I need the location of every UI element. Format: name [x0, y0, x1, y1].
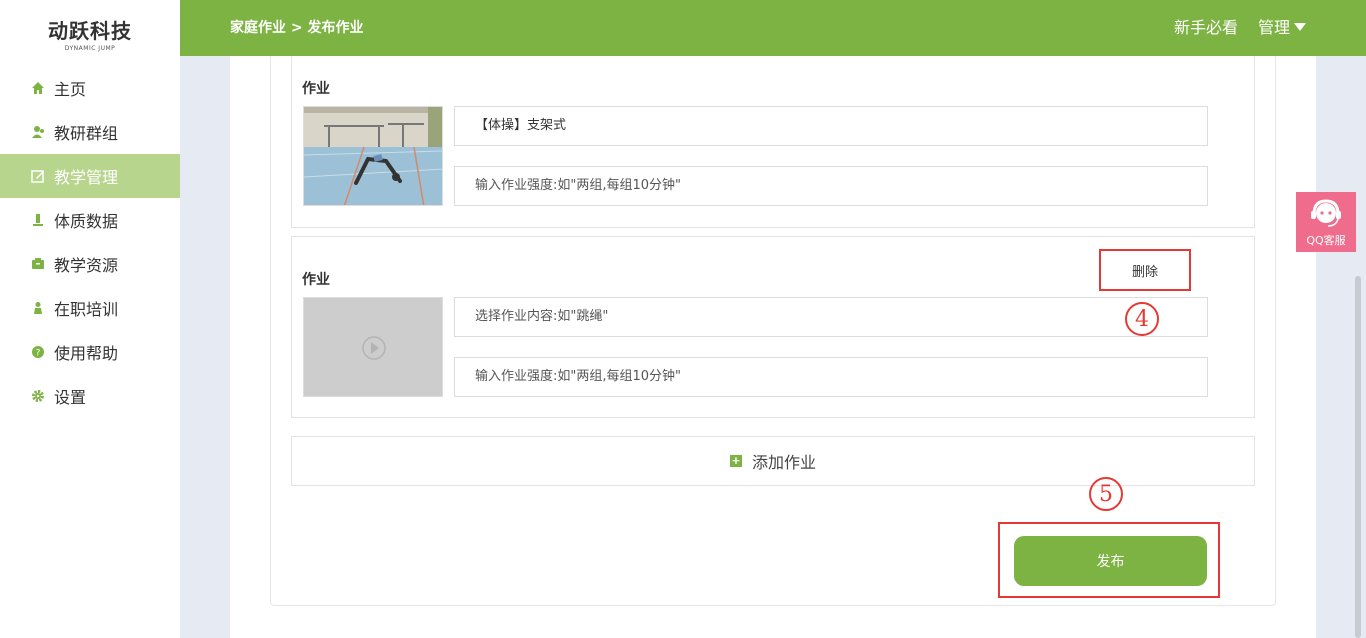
sidebar-item-label: 主页: [54, 80, 87, 99]
resource-icon: [30, 256, 46, 272]
breadcrumb[interactable]: 家庭作业 > 发布作业: [230, 0, 363, 56]
manage-menu[interactable]: 管理: [1258, 0, 1306, 56]
sidebar-item-teaching-resources[interactable]: 教学资源: [0, 242, 180, 286]
sidebar-item-help[interactable]: ? 使用帮助: [0, 330, 180, 374]
sidebar-item-label: 使用帮助: [54, 344, 119, 363]
svg-text:?: ?: [36, 349, 41, 359]
sidebar-item-settings[interactable]: 设置: [0, 374, 180, 418]
sidebar-item-teaching-management[interactable]: 教学管理: [0, 154, 180, 198]
users-icon: [30, 124, 46, 140]
homework-label: 作业: [302, 272, 330, 288]
sidebar-item-home[interactable]: 主页: [0, 66, 180, 110]
help-icon: ?: [30, 344, 46, 360]
page-scrollbar[interactable]: [1355, 276, 1361, 638]
qq-service-widget[interactable]: QQ客服: [1296, 192, 1356, 252]
homework-content-field[interactable]: 【体操】支架式: [454, 106, 1208, 146]
logo-subtext: DYNAMIC JUMP: [64, 44, 116, 52]
sidebar-item-label: 教学资源: [54, 256, 119, 275]
play-icon: [362, 336, 386, 360]
sidebar-nav: 主页 教研群组 教学管理 体质数据 教学资源 在职培训 ? 使用帮助 设置: [0, 66, 180, 418]
data-icon: [30, 212, 46, 228]
step-4-marker: 4: [1125, 302, 1159, 336]
manage-menu-label: 管理: [1257, 18, 1290, 37]
homework-label: 作业: [302, 81, 330, 97]
homework-intensity-input[interactable]: 输入作业强度:如"两组,每组10分钟": [454, 166, 1208, 206]
video-placeholder[interactable]: [303, 297, 443, 397]
training-icon: [30, 300, 46, 316]
top-header: 家庭作业 > 发布作业 新手必看 管理: [180, 0, 1366, 56]
publish-button[interactable]: 发布: [1014, 536, 1207, 586]
home-icon: [30, 80, 46, 96]
step-5-marker: 5: [1089, 477, 1123, 511]
homework-item-1: 作业 【体操】支架式 输入作业强度:如"两组,每组10分钟": [291, 56, 1255, 228]
sidebar: 动跃科技 DYNAMIC JUMP 主页 教研群组 教学管理 体质数据 教学资源…: [0, 0, 180, 638]
gear-icon: [30, 388, 46, 404]
beginner-guide-link[interactable]: 新手必看: [1174, 0, 1238, 56]
header-actions: 新手必看 管理: [1174, 0, 1306, 56]
sidebar-item-label: 教研群组: [54, 124, 119, 143]
add-homework-label: 添加作业: [751, 453, 816, 472]
qq-service-label: QQ客服: [1306, 234, 1346, 247]
sidebar-item-label: 设置: [54, 388, 87, 407]
exercise-thumbnail[interactable]: [303, 106, 443, 206]
logo-text: 动跃科技: [48, 18, 132, 43]
logo[interactable]: 动跃科技 DYNAMIC JUMP: [0, 0, 180, 62]
caret-down-icon: [1294, 23, 1306, 31]
delete-homework-button[interactable]: 删除: [1099, 249, 1191, 291]
homework-intensity-input[interactable]: 输入作业强度:如"两组,每组10分钟": [454, 357, 1208, 397]
headset-icon: [1311, 199, 1341, 227]
sidebar-item-research-group[interactable]: 教研群组: [0, 110, 180, 154]
plus-icon: +: [729, 454, 742, 467]
edit-icon: [30, 168, 46, 184]
sidebar-item-physical-data[interactable]: 体质数据: [0, 198, 180, 242]
sidebar-item-label: 教学管理: [54, 168, 119, 187]
sidebar-item-label: 体质数据: [54, 212, 119, 231]
homework-content-input[interactable]: 选择作业内容:如"跳绳": [454, 297, 1208, 337]
sidebar-item-label: 在职培训: [54, 300, 119, 319]
sidebar-item-training[interactable]: 在职培训: [0, 286, 180, 330]
